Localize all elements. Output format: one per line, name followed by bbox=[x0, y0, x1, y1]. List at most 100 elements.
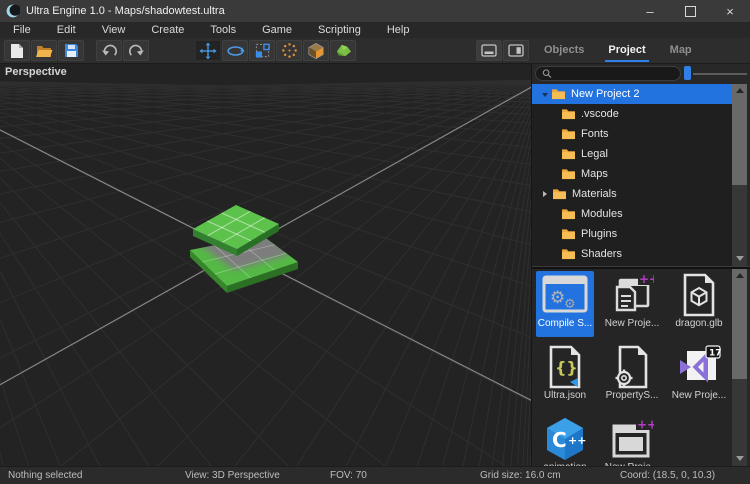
file-tile-ultra-json[interactable]: {} Ultra.json bbox=[536, 343, 594, 409]
tree-item[interactable]: Legal bbox=[532, 144, 732, 164]
folder-icon bbox=[561, 148, 576, 160]
close-button[interactable]: × bbox=[710, 0, 750, 22]
menu-scripting[interactable]: Scripting bbox=[305, 22, 374, 38]
scroll-up-icon[interactable] bbox=[736, 273, 744, 278]
file-label: Compile S... bbox=[538, 318, 592, 329]
file-tile-new-project-cpp[interactable]: ++ New Proje... bbox=[603, 271, 661, 337]
menu-create[interactable]: Create bbox=[138, 22, 197, 38]
new-document-icon bbox=[10, 43, 24, 59]
viewport-label: Perspective bbox=[5, 66, 67, 78]
cube-tool-button[interactable] bbox=[303, 40, 329, 61]
status-view: View: 3D Perspective bbox=[185, 467, 280, 484]
icon-size-slider-track[interactable] bbox=[693, 73, 747, 75]
tree-item-materials[interactable]: Materials bbox=[532, 184, 732, 204]
project-panel: New Project 2 .vscode Fonts bbox=[531, 64, 750, 466]
file-label: PropertyS... bbox=[606, 390, 659, 401]
window-project-icon: ++ bbox=[610, 418, 654, 460]
cpp-project-document-icon: ++ bbox=[610, 272, 654, 318]
tab-map[interactable]: Map bbox=[670, 38, 692, 63]
save-button[interactable] bbox=[58, 40, 84, 61]
project-tree: New Project 2 .vscode Fonts bbox=[532, 84, 732, 266]
scale-icon bbox=[254, 42, 271, 59]
menu-help[interactable]: Help bbox=[374, 22, 423, 38]
icon-size-slider-thumb[interactable] bbox=[684, 66, 691, 80]
model-tool-button[interactable] bbox=[330, 40, 356, 61]
scroll-up-icon[interactable] bbox=[736, 88, 744, 93]
tree-item[interactable]: Fonts bbox=[532, 124, 732, 144]
status-grid-size: Grid size: 16.0 cm bbox=[480, 467, 561, 484]
scroll-down-icon[interactable] bbox=[736, 456, 744, 461]
menu-file[interactable]: File bbox=[0, 22, 44, 38]
status-selection: Nothing selected bbox=[8, 467, 83, 484]
undo-button[interactable] bbox=[96, 40, 122, 61]
vertex-tool-button[interactable] bbox=[276, 40, 302, 61]
file-tile-compile[interactable]: ⚙ ⚙ Compile S... bbox=[536, 271, 594, 337]
tree-item[interactable]: Plugins bbox=[532, 224, 732, 244]
folder-icon bbox=[561, 228, 576, 240]
tree-scrollbar-thumb[interactable] bbox=[732, 84, 747, 185]
scale-tool-button[interactable] bbox=[249, 40, 275, 61]
statusbar: Nothing selected View: 3D Perspective FO… bbox=[0, 466, 750, 484]
svg-text:⚙: ⚙ bbox=[564, 297, 576, 312]
app-logo-icon bbox=[6, 4, 20, 18]
caret-down-icon[interactable] bbox=[542, 88, 551, 100]
visual-studio-icon: 17 bbox=[677, 344, 721, 390]
move-tool-button[interactable] bbox=[195, 40, 221, 61]
menu-tools[interactable]: Tools bbox=[197, 22, 249, 38]
undo-icon bbox=[101, 43, 118, 58]
status-fov: FOV: 70 bbox=[330, 467, 367, 484]
viewport-3d[interactable]: Perspective bbox=[0, 64, 531, 466]
file-tile-dragon-glb[interactable]: dragon.glb bbox=[670, 271, 728, 337]
asset-scrollbar-thumb[interactable] bbox=[732, 269, 747, 379]
folder-icon bbox=[552, 188, 567, 200]
caret-right-icon[interactable] bbox=[543, 188, 552, 200]
folder-icon bbox=[561, 168, 576, 180]
file-tile-animation-cpp[interactable]: C ++ animation bbox=[536, 415, 594, 466]
window-title: Ultra Engine 1.0 - Maps/shadowtest.ultra bbox=[26, 5, 225, 17]
toolbar: Objects Project Map bbox=[0, 38, 750, 64]
menu-edit[interactable]: Edit bbox=[44, 22, 89, 38]
tab-project[interactable]: Project bbox=[608, 38, 645, 63]
json-document-icon: {} bbox=[545, 344, 585, 390]
viewport-canvas[interactable] bbox=[0, 64, 531, 466]
svg-text:++: ++ bbox=[639, 272, 654, 286]
model-blob-icon bbox=[334, 43, 353, 58]
search-icon bbox=[542, 68, 552, 79]
minimize-button[interactable]: – bbox=[630, 0, 670, 22]
tab-objects[interactable]: Objects bbox=[544, 38, 584, 63]
open-button[interactable] bbox=[31, 40, 57, 61]
asset-scrollbar[interactable] bbox=[732, 269, 747, 466]
folder-icon bbox=[561, 108, 576, 120]
menu-view[interactable]: View bbox=[89, 22, 139, 38]
file-tile-new-project-vs[interactable]: 17 New Proje... bbox=[670, 343, 728, 409]
3d-model-document-icon bbox=[679, 272, 719, 318]
svg-text:⚙: ⚙ bbox=[550, 288, 565, 308]
menubar: File Edit View Create Tools Game Scripti… bbox=[0, 22, 750, 38]
tree-item[interactable]: Maps bbox=[532, 164, 732, 184]
search-box[interactable] bbox=[535, 66, 681, 81]
menu-game[interactable]: Game bbox=[249, 22, 305, 38]
cube-icon bbox=[307, 42, 325, 60]
open-folder-icon bbox=[36, 44, 53, 57]
redo-button[interactable] bbox=[123, 40, 149, 61]
layout-bottom-panel-button[interactable] bbox=[476, 40, 502, 61]
close-icon: × bbox=[726, 4, 734, 19]
maximize-button[interactable] bbox=[670, 0, 710, 22]
tree-item-root[interactable]: New Project 2 bbox=[532, 84, 732, 104]
tree-item[interactable]: Shaders bbox=[532, 244, 732, 264]
ultra-engine-window: Ultra Engine 1.0 - Maps/shadowtest.ultra… bbox=[0, 0, 750, 484]
tree-scrollbar[interactable] bbox=[732, 84, 747, 266]
file-label: Ultra.json bbox=[544, 390, 586, 401]
rotate-tool-button[interactable] bbox=[222, 40, 248, 61]
layout-right-panel-button[interactable] bbox=[503, 40, 529, 61]
tree-item[interactable]: Modules bbox=[532, 204, 732, 224]
tree-item[interactable]: .vscode bbox=[532, 104, 732, 124]
folder-icon bbox=[561, 248, 576, 260]
move-icon bbox=[199, 42, 217, 60]
file-tile-new-project-window[interactable]: ++ New Proje... bbox=[603, 415, 661, 466]
scroll-down-icon[interactable] bbox=[736, 256, 744, 261]
search-input[interactable] bbox=[556, 68, 674, 79]
new-file-button[interactable] bbox=[4, 40, 30, 61]
file-tile-propertysheet[interactable]: PropertyS... bbox=[603, 343, 661, 409]
layout-bottom-panel-icon bbox=[481, 44, 497, 57]
